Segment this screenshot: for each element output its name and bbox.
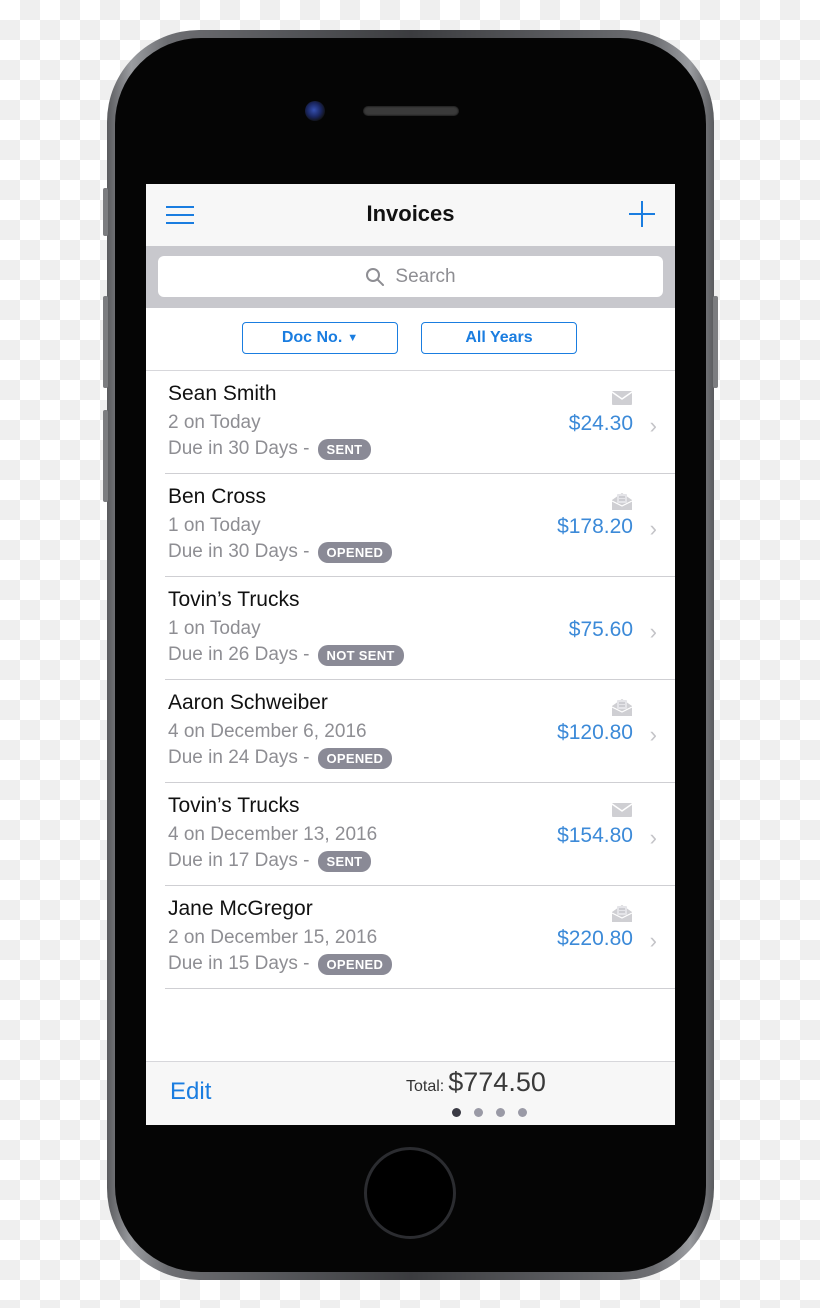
home-button[interactable] <box>364 1147 456 1239</box>
total-label: Total: <box>406 1078 445 1095</box>
edit-button[interactable]: Edit <box>170 1078 211 1106</box>
invoice-row[interactable]: Ben Cross 1 on Today Due in 30 Days - OP… <box>146 474 675 577</box>
due-info: Due in 30 Days - SENT <box>168 438 372 460</box>
doc-info: 2 on December 15, 2016 <box>168 927 378 948</box>
chevron-right-icon: › <box>649 516 657 541</box>
client-name: Ben Cross <box>168 485 267 508</box>
status-badge: OPENED <box>317 747 393 769</box>
chevron-right-icon: › <box>649 928 657 953</box>
mail-status-placeholder <box>611 594 633 612</box>
envelope-closed-icon <box>611 388 633 406</box>
invoice-list: Sean Smith 2 on Today Due in 30 Days - S… <box>146 370 675 989</box>
invoice-amount: $220.80 <box>557 927 633 950</box>
add-invoice-plus-icon[interactable] <box>629 201 655 227</box>
sort-doc-no-button[interactable]: Doc No. ▼ <box>242 322 398 354</box>
client-name: Sean Smith <box>168 382 277 405</box>
client-name: Tovin’s Trucks <box>168 794 300 817</box>
front-camera <box>305 101 325 121</box>
invoice-row[interactable]: Jane McGregor 2 on December 15, 2016 Due… <box>146 886 675 989</box>
invoice-row[interactable]: Aaron Schweiber 4 on December 6, 2016 Du… <box>146 680 675 783</box>
year-label: All Years <box>465 329 533 346</box>
invoice-amount: $24.30 <box>568 412 633 435</box>
envelope-closed-icon <box>611 800 633 818</box>
invoice-row[interactable]: Tovin’s Trucks 1 on Today Due in 26 Days… <box>146 577 675 680</box>
chevron-right-icon: › <box>649 825 657 850</box>
volume-up-button <box>103 296 108 388</box>
volume-down-button <box>103 410 108 502</box>
search-input[interactable]: Search <box>158 256 663 297</box>
total-value: $774.50 <box>448 1067 546 1097</box>
chevron-right-icon: › <box>649 413 657 438</box>
chevron-right-icon: › <box>649 619 657 644</box>
chevron-right-icon: › <box>649 722 657 747</box>
status-badge: NOT SENT <box>317 644 404 666</box>
doc-info: 1 on Today <box>168 515 261 536</box>
invoice-amount: $178.20 <box>557 515 633 538</box>
invoice-amount: $154.80 <box>557 824 633 847</box>
client-name: Tovin’s Trucks <box>168 588 300 611</box>
due-info: Due in 26 Days - NOT SENT <box>168 644 404 666</box>
invoice-row[interactable]: Sean Smith 2 on Today Due in 30 Days - S… <box>146 370 675 474</box>
page-indicator[interactable] <box>452 1108 527 1117</box>
due-info: Due in 15 Days - OPENED <box>168 953 393 975</box>
search-bar: Search <box>146 246 675 308</box>
caret-down-icon: ▼ <box>347 332 359 344</box>
envelope-open-icon <box>611 491 633 510</box>
page-dot[interactable] <box>518 1108 527 1117</box>
page-dot[interactable] <box>474 1108 483 1117</box>
status-badge: OPENED <box>317 541 393 563</box>
due-text: Due in 15 Days - <box>168 953 310 974</box>
due-text: Due in 30 Days - <box>168 541 310 562</box>
due-text: Due in 24 Days - <box>168 747 310 768</box>
invoice-row[interactable]: Tovin’s Trucks 4 on December 13, 2016 Du… <box>146 783 675 886</box>
earpiece-speaker <box>363 106 459 116</box>
due-info: Due in 30 Days - OPENED <box>168 541 393 563</box>
client-name: Aaron Schweiber <box>168 691 328 714</box>
all-years-button[interactable]: All Years <box>421 322 577 354</box>
due-text: Due in 17 Days - <box>168 850 310 871</box>
mute-switch <box>103 188 108 236</box>
bottom-toolbar: Edit Total: $774.50 <box>146 1061 675 1125</box>
page-title: Invoices <box>366 201 455 226</box>
search-placeholder: Search <box>395 265 456 287</box>
client-name: Jane McGregor <box>168 897 313 920</box>
invoice-amount: $120.80 <box>557 721 633 744</box>
app-screen: Invoices Search Doc No. ▼ All Years Sean… <box>146 184 675 1125</box>
envelope-open-icon <box>611 903 633 922</box>
filter-bar: Doc No. ▼ All Years <box>146 308 675 370</box>
doc-info: 4 on December 13, 2016 <box>168 824 378 845</box>
status-badge: SENT <box>317 438 372 460</box>
envelope-open-icon <box>611 697 633 716</box>
doc-info: 2 on Today <box>168 412 261 433</box>
total-summary: Total: $774.50 <box>406 1067 546 1098</box>
power-button <box>713 296 718 388</box>
due-info: Due in 24 Days - OPENED <box>168 747 393 769</box>
invoice-amount: $75.60 <box>568 618 633 641</box>
sort-label: Doc No. <box>281 329 343 346</box>
due-text: Due in 26 Days - <box>168 644 310 665</box>
search-icon <box>366 267 385 286</box>
doc-info: 1 on Today <box>168 618 261 639</box>
status-badge: OPENED <box>317 953 393 975</box>
doc-info: 4 on December 6, 2016 <box>168 721 367 742</box>
page-dot[interactable] <box>452 1108 461 1117</box>
due-info: Due in 17 Days - SENT <box>168 850 372 872</box>
due-text: Due in 30 Days - <box>168 438 310 459</box>
status-badge: SENT <box>317 850 372 872</box>
page-dot[interactable] <box>496 1108 505 1117</box>
navigation-bar: Invoices <box>146 184 675 246</box>
